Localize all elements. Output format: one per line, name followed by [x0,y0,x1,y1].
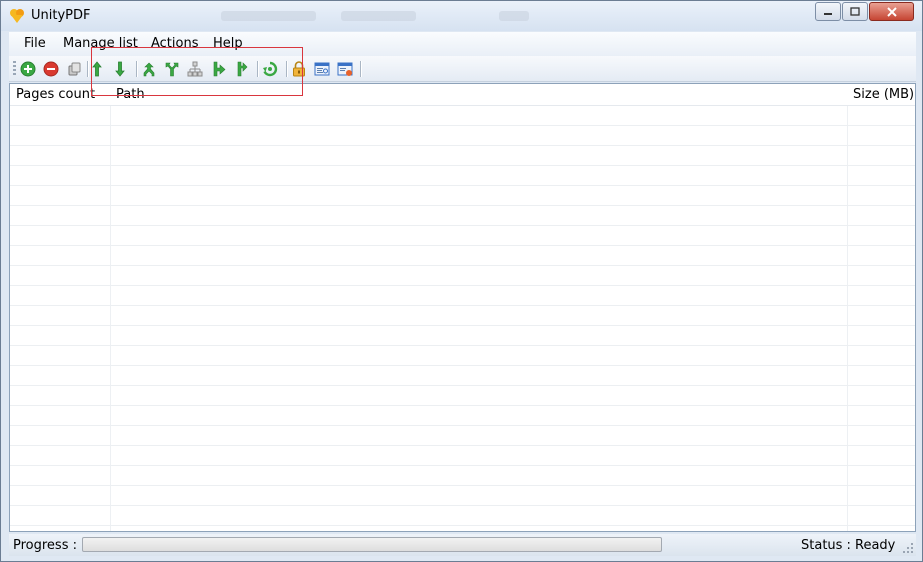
table-row [10,446,915,466]
progress-bar [82,537,662,552]
properties-button[interactable] [312,59,332,79]
table-row [10,186,915,206]
table-row [10,326,915,346]
status-bar: Progress : Status : Ready [9,534,916,556]
status-label: Status : [801,538,851,553]
column-header-size[interactable]: Size (MB) [853,87,914,102]
table-row [10,406,915,426]
clear-list-button[interactable] [64,59,84,79]
add-icon [20,61,36,77]
table-row [10,166,915,186]
resize-grip-icon[interactable] [902,542,914,554]
table-row [10,306,915,326]
table-row [10,206,915,226]
progress-label: Progress : [13,538,77,553]
toolbar-grip[interactable] [13,61,16,77]
window-title: UnityPDF [31,8,91,23]
table-row [10,106,915,126]
toolbar-separator [360,61,361,77]
table-row [10,266,915,286]
maximize-button[interactable] [842,2,868,21]
table-row [10,226,915,246]
table-row [10,346,915,366]
menu-file[interactable]: File [24,36,46,51]
table-row [10,466,915,486]
column-header-pages-count[interactable]: Pages count [16,87,95,102]
close-button[interactable] [869,2,914,21]
table-row [10,486,915,506]
table-row [10,246,915,266]
remove-icon [43,61,59,77]
table-row [10,126,915,146]
maximize-icon [850,7,860,16]
remove-file-button[interactable] [41,59,61,79]
blurred-title-text [499,11,529,21]
title-bar[interactable]: UnityPDF [1,1,922,31]
minimize-icon [824,12,832,15]
status-value: Ready [855,538,896,553]
file-list-grid[interactable]: Pages count Path Size (MB) [9,83,916,532]
table-row [10,146,915,166]
properties-icon [314,62,330,76]
info-icon [337,62,353,76]
app-logo-icon [10,9,24,23]
add-file-button[interactable] [18,59,38,79]
blurred-title-text [341,11,416,21]
table-row [10,366,915,386]
table-row [10,426,915,446]
table-row [10,286,915,306]
table-row [10,386,915,406]
document-info-button[interactable] [335,59,355,79]
highlight-annotation-box [91,47,303,96]
blurred-title-text [221,11,316,21]
minimize-button[interactable] [815,2,841,21]
close-icon [886,6,897,17]
table-row [10,506,915,526]
clear-icon [68,62,81,76]
